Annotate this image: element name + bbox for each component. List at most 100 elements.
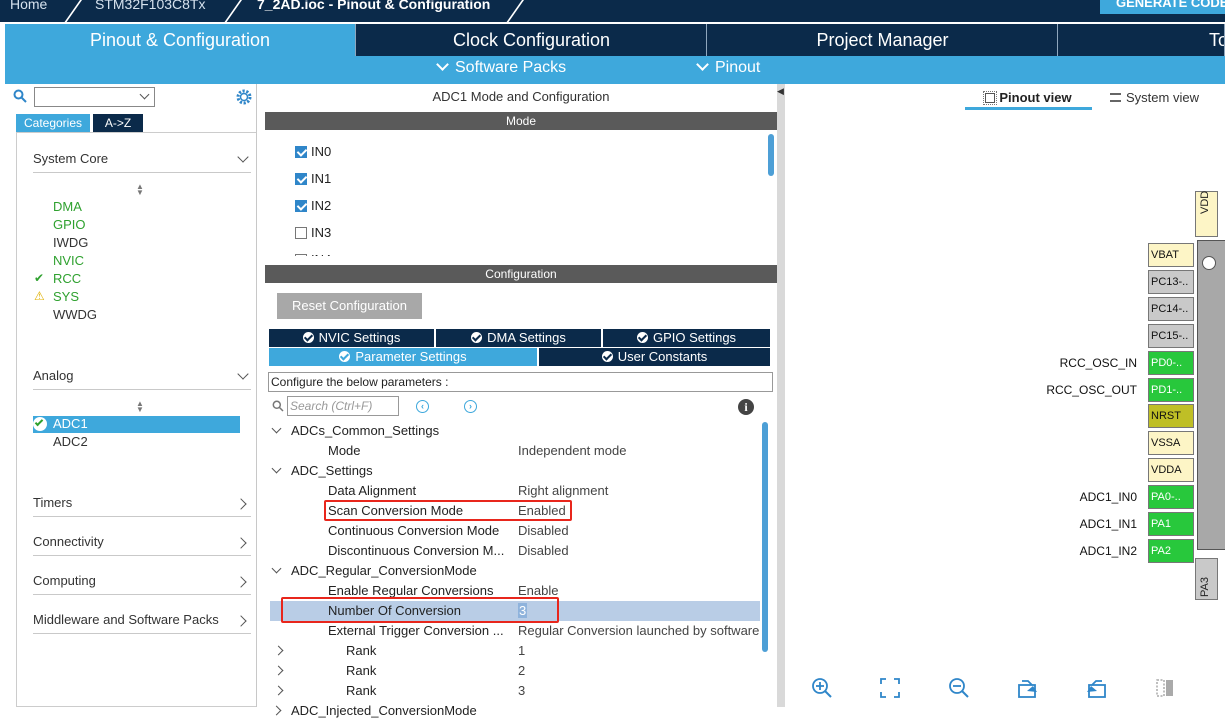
tab-parameter-settings[interactable]: Parameter Settings xyxy=(269,348,538,366)
zoom-out-icon[interactable] xyxy=(948,677,970,699)
chevron-down-icon[interactable] xyxy=(271,423,282,434)
pin-vssa[interactable]: VSSA xyxy=(1148,431,1194,456)
sidebar-item-adc1[interactable]: ADC1 xyxy=(33,416,88,431)
parameter-search-input[interactable]: Search (Ctrl+F) xyxy=(287,396,399,416)
chevron-down-icon[interactable] xyxy=(271,563,282,574)
pin-pd0[interactable]: PD0-.. xyxy=(1148,350,1194,375)
checkbox[interactable] xyxy=(295,146,307,158)
group-connectivity[interactable]: Connectivity xyxy=(33,534,251,556)
table-row[interactable]: Rank 2 xyxy=(270,661,760,681)
table-row[interactable]: Discontinuous Conversion M... Disabled xyxy=(270,541,760,561)
collapse-arrow-icon[interactable]: ◀ xyxy=(777,86,784,97)
breadcrumb-home[interactable]: Home xyxy=(10,0,47,12)
table-row[interactable]: Rank 1 xyxy=(270,641,760,661)
sidebar-item-dma[interactable]: DMA xyxy=(53,199,82,214)
pin-vdda[interactable]: VDDA xyxy=(1148,458,1194,483)
pin-pc14[interactable]: PC14-.. xyxy=(1148,296,1194,321)
sort-arrows-icon[interactable]: ▲ ▼ xyxy=(136,183,144,197)
parameter-value[interactable]: Enable xyxy=(518,583,558,598)
tab-pinout-configuration[interactable]: Pinout & Configuration xyxy=(5,24,356,56)
sidebar-item-nvic[interactable]: NVIC xyxy=(53,253,84,268)
reset-configuration-button[interactable]: Reset Configuration xyxy=(277,293,422,319)
tab-pinout-view[interactable]: Pinout view xyxy=(965,90,1092,110)
tab-dma-settings[interactable]: DMA Settings xyxy=(436,329,602,347)
mode-scrollbar[interactable] xyxy=(768,134,774,176)
chevron-down-icon[interactable] xyxy=(271,463,282,474)
channel-in0[interactable]: IN0 xyxy=(295,144,331,159)
sidebar-item-rcc[interactable]: ✔ RCC xyxy=(34,271,81,286)
channel-in3[interactable]: IN3 xyxy=(295,225,331,240)
split-view-icon[interactable] xyxy=(1154,677,1176,699)
table-row[interactable]: ADC_Settings xyxy=(270,461,760,481)
info-icon[interactable]: i xyxy=(738,399,754,415)
sidebar-item-gpio[interactable]: GPIO xyxy=(53,217,86,232)
chevron-right-icon[interactable] xyxy=(273,685,284,696)
table-row[interactable]: ADC_Regular_ConversionMode xyxy=(270,561,760,581)
checkbox[interactable] xyxy=(295,254,307,256)
tab-clock-configuration[interactable]: Clock Configuration xyxy=(357,24,707,56)
software-packs-menu[interactable]: Software Packs xyxy=(436,58,566,77)
table-row[interactable]: ADCs_Common_Settings xyxy=(270,421,760,441)
sidebar-item-wwdg[interactable]: WWDG xyxy=(53,307,97,322)
generate-code-button[interactable]: GENERATE CODE xyxy=(1100,0,1225,14)
pin-pc15[interactable]: PC15-.. xyxy=(1148,323,1194,348)
group-timers[interactable]: Timers xyxy=(33,495,251,517)
tab-user-constants[interactable]: User Constants xyxy=(539,348,770,366)
breadcrumb-file[interactable]: 7_2AD.ioc - Pinout & Configuration xyxy=(257,0,490,12)
parameter-value[interactable]: 1 xyxy=(518,643,525,658)
sidebar-item-iwdg[interactable]: IWDG xyxy=(53,235,88,250)
tab-system-view[interactable]: System view xyxy=(1110,90,1220,110)
table-row[interactable]: ADC_Injected_ConversionMode xyxy=(270,701,760,721)
parameter-value[interactable]: Disabled xyxy=(518,523,569,538)
tab-project-manager[interactable]: Project Manager xyxy=(708,24,1058,56)
pin-nrst[interactable]: NRST xyxy=(1148,404,1194,429)
pinout-menu[interactable]: Pinout xyxy=(696,58,760,77)
chevron-right-icon[interactable] xyxy=(271,705,282,716)
search-next-icon[interactable]: › xyxy=(464,400,477,413)
gear-icon[interactable] xyxy=(235,88,253,106)
channel-in1[interactable]: IN1 xyxy=(295,171,331,186)
group-analog[interactable]: Analog xyxy=(33,368,251,390)
group-middleware[interactable]: Middleware and Software Packs xyxy=(33,612,251,634)
checkbox[interactable] xyxy=(295,227,307,239)
checkbox[interactable] xyxy=(295,173,307,185)
fit-screen-icon[interactable] xyxy=(879,677,901,699)
chevron-right-icon[interactable] xyxy=(273,645,284,656)
pin-pa1[interactable]: PA1 xyxy=(1148,512,1194,536)
table-row[interactable]: External Trigger Conversion ... Regular C… xyxy=(270,621,760,641)
channel-in4[interactable]: IN4 xyxy=(295,252,331,256)
category-search-combo[interactable] xyxy=(34,87,155,107)
parameter-value[interactable]: Right alignment xyxy=(518,483,608,498)
parameter-value[interactable]: Disabled xyxy=(518,543,569,558)
table-row[interactable]: Data Alignment Right alignment xyxy=(270,481,760,501)
sidebar-item-sys[interactable]: ⚠ SYS xyxy=(34,289,79,304)
sort-arrows-icon[interactable]: ▲ ▼ xyxy=(136,400,144,414)
group-computing[interactable]: Computing xyxy=(33,573,251,595)
pin-pc13[interactable]: PC13-.. xyxy=(1148,269,1194,294)
parameter-scrollbar[interactable] xyxy=(762,422,768,652)
table-row[interactable]: Continuous Conversion Mode Disabled xyxy=(270,521,760,541)
parameter-value[interactable]: 3 xyxy=(518,683,525,698)
tab-a-to-z[interactable]: A->Z xyxy=(93,114,143,132)
export-icon[interactable] xyxy=(1017,677,1039,699)
search-previous-icon[interactable]: ‹ xyxy=(416,400,429,413)
pin-pa0[interactable]: PA0-.. xyxy=(1148,485,1194,510)
parameter-value[interactable]: 2 xyxy=(518,663,525,678)
pin-pd1[interactable]: PD1-.. xyxy=(1148,377,1194,402)
group-system-core[interactable]: System Core xyxy=(33,151,251,173)
chevron-right-icon[interactable] xyxy=(273,665,284,676)
table-row[interactable]: Mode Independent mode xyxy=(270,441,760,461)
pin-pa2[interactable]: PA2 xyxy=(1148,538,1194,563)
sidebar-item-adc2[interactable]: ADC2 xyxy=(53,434,88,449)
checkbox[interactable] xyxy=(295,200,307,212)
tab-gpio-settings[interactable]: GPIO Settings xyxy=(603,329,770,347)
tab-nvic-settings[interactable]: NVIC Settings xyxy=(269,329,435,347)
breadcrumb-device[interactable]: STM32F103C8Tx xyxy=(95,0,205,12)
table-row[interactable]: Rank 3 xyxy=(270,681,760,701)
channel-in2[interactable]: IN2 xyxy=(295,198,331,213)
tab-tools[interactable]: Tools xyxy=(1059,24,1225,56)
parameter-value[interactable]: Independent mode xyxy=(518,443,626,458)
import-icon[interactable] xyxy=(1085,677,1107,699)
tab-categories[interactable]: Categories xyxy=(16,114,90,132)
zoom-in-icon[interactable] xyxy=(811,677,833,699)
